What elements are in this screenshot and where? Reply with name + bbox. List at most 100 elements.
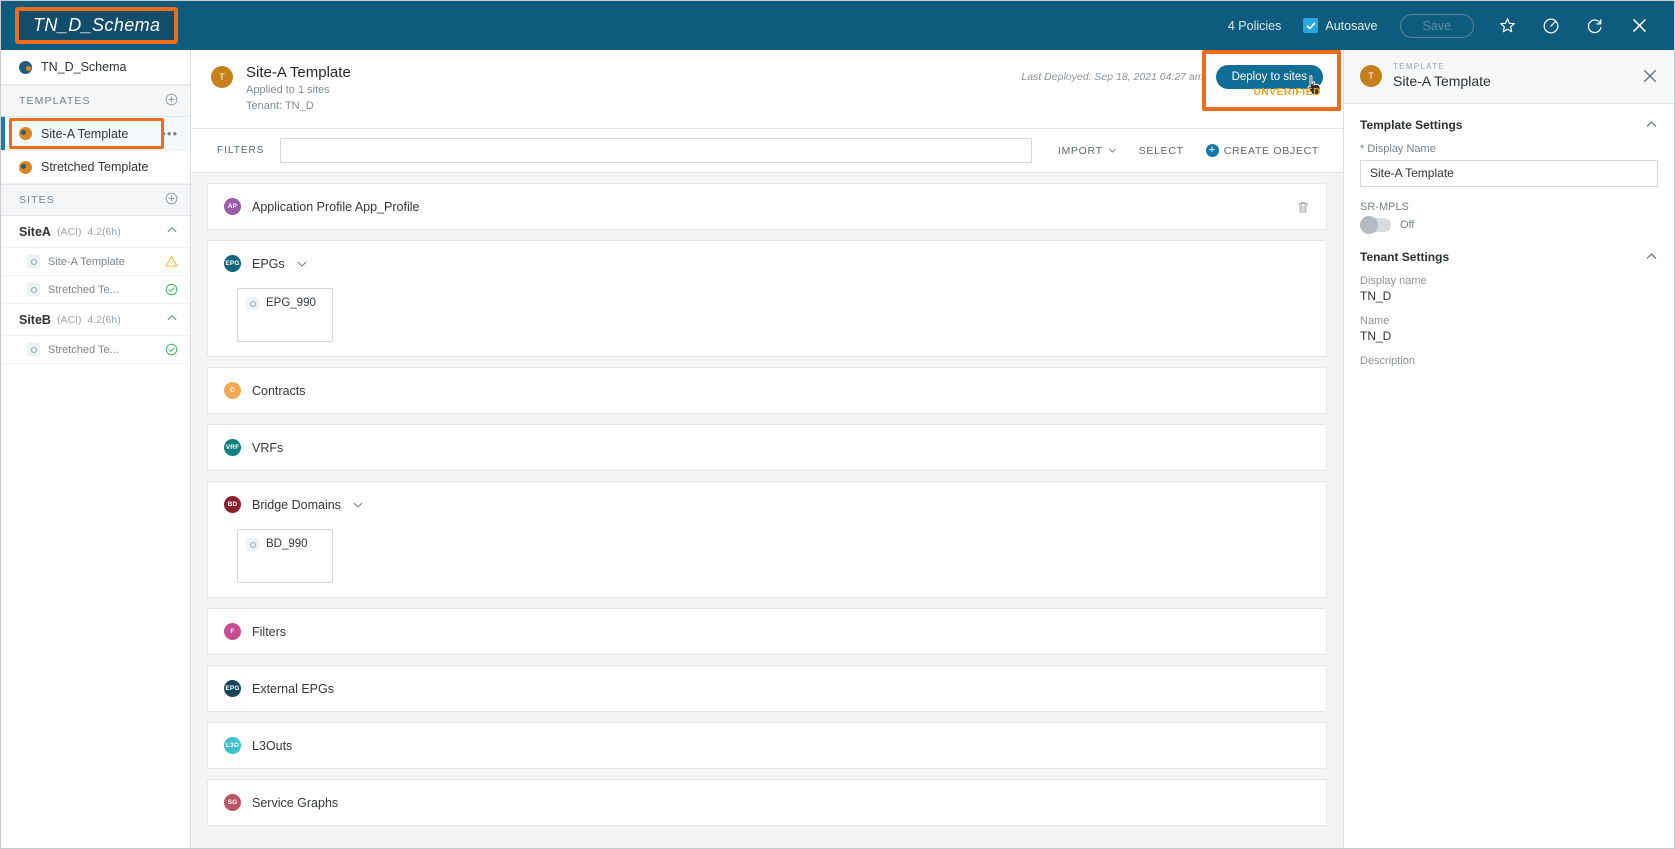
sidebar-template-label: Site-A Template xyxy=(41,126,129,141)
autosave-toggle[interactable]: Autosave xyxy=(1303,18,1378,33)
object-label: Filters xyxy=(252,624,287,639)
site-type: (ACI) xyxy=(56,313,82,326)
chevron-down-icon[interactable] xyxy=(352,499,364,511)
sidebar-site-template-item[interactable]: Stretched Te... xyxy=(1,276,190,304)
template-title: Site-A Template xyxy=(246,64,351,81)
child-card-bd[interactable]: BD_990 xyxy=(237,529,333,584)
object-header: C Contracts xyxy=(224,382,1310,400)
close-icon[interactable] xyxy=(1628,15,1650,37)
template-more-actions-icon[interactable]: ••• xyxy=(161,126,178,141)
mso-schema-editor: TN_D_Schema 4 Policies Autosave Save TN_… xyxy=(0,0,1675,849)
display-name-input[interactable] xyxy=(1360,159,1658,187)
object-row-l3outs[interactable]: L3O L3Outs xyxy=(207,722,1327,770)
object-row-filters[interactable]: F Filters xyxy=(207,608,1327,656)
last-deployed-text: Last Deployed: Sep 18, 2021 04:27 am xyxy=(1021,71,1204,83)
deploy-to-sites-button[interactable]: Deploy to sites xyxy=(1215,65,1323,89)
deploy-button-wrapper: Deploy to sites UNVERIFIED xyxy=(1201,50,1341,111)
status-ok-icon xyxy=(165,283,178,296)
chevron-up-icon[interactable] xyxy=(1645,250,1658,263)
close-panel-icon[interactable] xyxy=(1642,68,1658,84)
child-label: BD_990 xyxy=(266,538,308,551)
import-button[interactable]: IMPORT xyxy=(1058,145,1117,157)
status-ok-icon xyxy=(165,343,178,356)
sidebar-schema-label: TN_D_Schema xyxy=(41,60,127,74)
chevron-down-icon[interactable] xyxy=(296,258,308,270)
tenant-display-name-value: TN_D xyxy=(1360,288,1392,303)
required-asterisk: * xyxy=(1360,142,1365,155)
object-header: F Filters xyxy=(224,623,1310,641)
template-settings-header: Template Settings xyxy=(1360,118,1658,132)
object-row-bridge-domains[interactable]: BD Bridge Domains BD_990 xyxy=(207,481,1327,599)
delete-icon[interactable] xyxy=(1296,200,1310,214)
object-header: L3O L3Outs xyxy=(224,737,1310,755)
sidebar-site-template-item[interactable]: Stretched Te... xyxy=(1,336,190,364)
site-template-label: Stretched Te... xyxy=(48,283,119,296)
object-header: AP Application Profile App_Profile xyxy=(224,198,1310,216)
bridge-domain-badge-icon: BD xyxy=(224,496,241,514)
sidebar-site-siteb[interactable]: SiteB (ACI) 4.2(6h) xyxy=(1,304,190,336)
child-card-epg[interactable]: EPG_990 xyxy=(237,288,333,343)
refresh-icon[interactable] xyxy=(1584,15,1606,37)
epg-badge-icon: EPG xyxy=(224,255,241,273)
object-row-vrfs[interactable]: VRF VRFs xyxy=(207,424,1327,472)
schema-title-highlight: TN_D_Schema xyxy=(15,7,179,44)
top-bar: TN_D_Schema 4 Policies Autosave Save xyxy=(1,1,1674,50)
save-button[interactable]: Save xyxy=(1399,13,1474,38)
tenant-settings-title: Tenant Settings xyxy=(1360,249,1450,264)
object-header: BD Bridge Domains xyxy=(224,496,1310,514)
template-header: T Site-A Template Applied to 1 sites Ten… xyxy=(191,50,1343,130)
schema-title: TN_D_Schema xyxy=(33,15,161,35)
select-button[interactable]: SELECT xyxy=(1139,145,1184,157)
properties-panel-body: Template Settings * Display Name SR-MPLS… xyxy=(1344,104,1674,395)
chevron-up-icon[interactable] xyxy=(166,312,178,327)
object-row-contracts[interactable]: C Contracts xyxy=(207,367,1327,415)
sidebar-item-stretched-template[interactable]: Stretched Template xyxy=(1,151,190,184)
add-site-icon[interactable] xyxy=(165,192,178,208)
sidebar-section-sites: SITES xyxy=(1,184,190,216)
autosave-checkbox-icon[interactable] xyxy=(1303,18,1319,33)
templates-header-label: TEMPLATES xyxy=(19,95,91,107)
plus-icon: + xyxy=(1205,144,1219,158)
sidebar-item-site-a-template[interactable]: Site-A Template ••• xyxy=(1,117,190,151)
object-children: BD_990 xyxy=(224,529,1310,584)
top-bar-actions: 4 Policies Autosave Save xyxy=(1228,13,1656,38)
tenant-description-label: Description xyxy=(1360,354,1416,367)
display-name-label-text: Display Name xyxy=(1367,142,1436,155)
template-applied-to: Applied to 1 sites xyxy=(246,84,330,97)
object-header: VRF VRFs xyxy=(224,439,1310,457)
template-icon xyxy=(19,160,32,174)
filters-input[interactable] xyxy=(280,138,1032,164)
object-canvas[interactable]: AP Application Profile App_Profile EPG E… xyxy=(191,173,1343,848)
sidebar-site-sitea[interactable]: SiteA (ACI) 4.2(6h) xyxy=(1,216,190,248)
object-row-service-graphs[interactable]: SG Service Graphs xyxy=(207,779,1327,827)
create-object-button[interactable]: + CREATE OBJECT xyxy=(1205,144,1319,158)
chevron-up-icon[interactable] xyxy=(1645,118,1658,131)
object-row-application-profile[interactable]: AP Application Profile App_Profile xyxy=(207,183,1327,231)
sidebar-item-schema[interactable]: TN_D_Schema xyxy=(1,50,190,85)
properties-header-text: TEMPLATE Site-A Template xyxy=(1393,62,1491,91)
filters-actions: IMPORT SELECT + CREATE OBJECT xyxy=(1032,144,1319,158)
sidebar-site-template-item[interactable]: Site-A Template xyxy=(1,248,190,276)
child-label: EPG_990 xyxy=(266,297,316,310)
srmpls-label: SR-MPLS xyxy=(1360,200,1409,213)
srmpls-toggle[interactable] xyxy=(1360,215,1391,234)
site-version: 4.2(6h) xyxy=(87,225,121,238)
object-label: EPGs xyxy=(252,256,285,271)
site-type: (ACI) xyxy=(56,225,82,238)
create-object-label: CREATE OBJECT xyxy=(1223,144,1319,157)
object-row-epgs[interactable]: EPG EPGs EPG_990 xyxy=(207,240,1327,358)
add-template-icon[interactable] xyxy=(165,93,178,109)
object-label: Service Graphs xyxy=(252,795,339,810)
tenant-name-label: Name xyxy=(1360,314,1390,327)
site-name: SiteA xyxy=(19,224,51,239)
chevron-up-icon[interactable] xyxy=(166,224,178,239)
object-children: EPG_990 xyxy=(224,288,1310,343)
star-icon[interactable] xyxy=(1496,15,1518,37)
properties-panel-header: T TEMPLATE Site-A Template xyxy=(1344,50,1674,104)
help-icon[interactable] xyxy=(1540,15,1562,37)
object-row-external-epgs[interactable]: EPG External EPGs xyxy=(207,665,1327,713)
object-header: EPG EPGs xyxy=(224,255,1310,273)
site-version: 4.2(6h) xyxy=(87,313,121,326)
application-profile-badge-icon: AP xyxy=(224,198,241,216)
site-template-label: Stretched Te... xyxy=(48,343,119,356)
